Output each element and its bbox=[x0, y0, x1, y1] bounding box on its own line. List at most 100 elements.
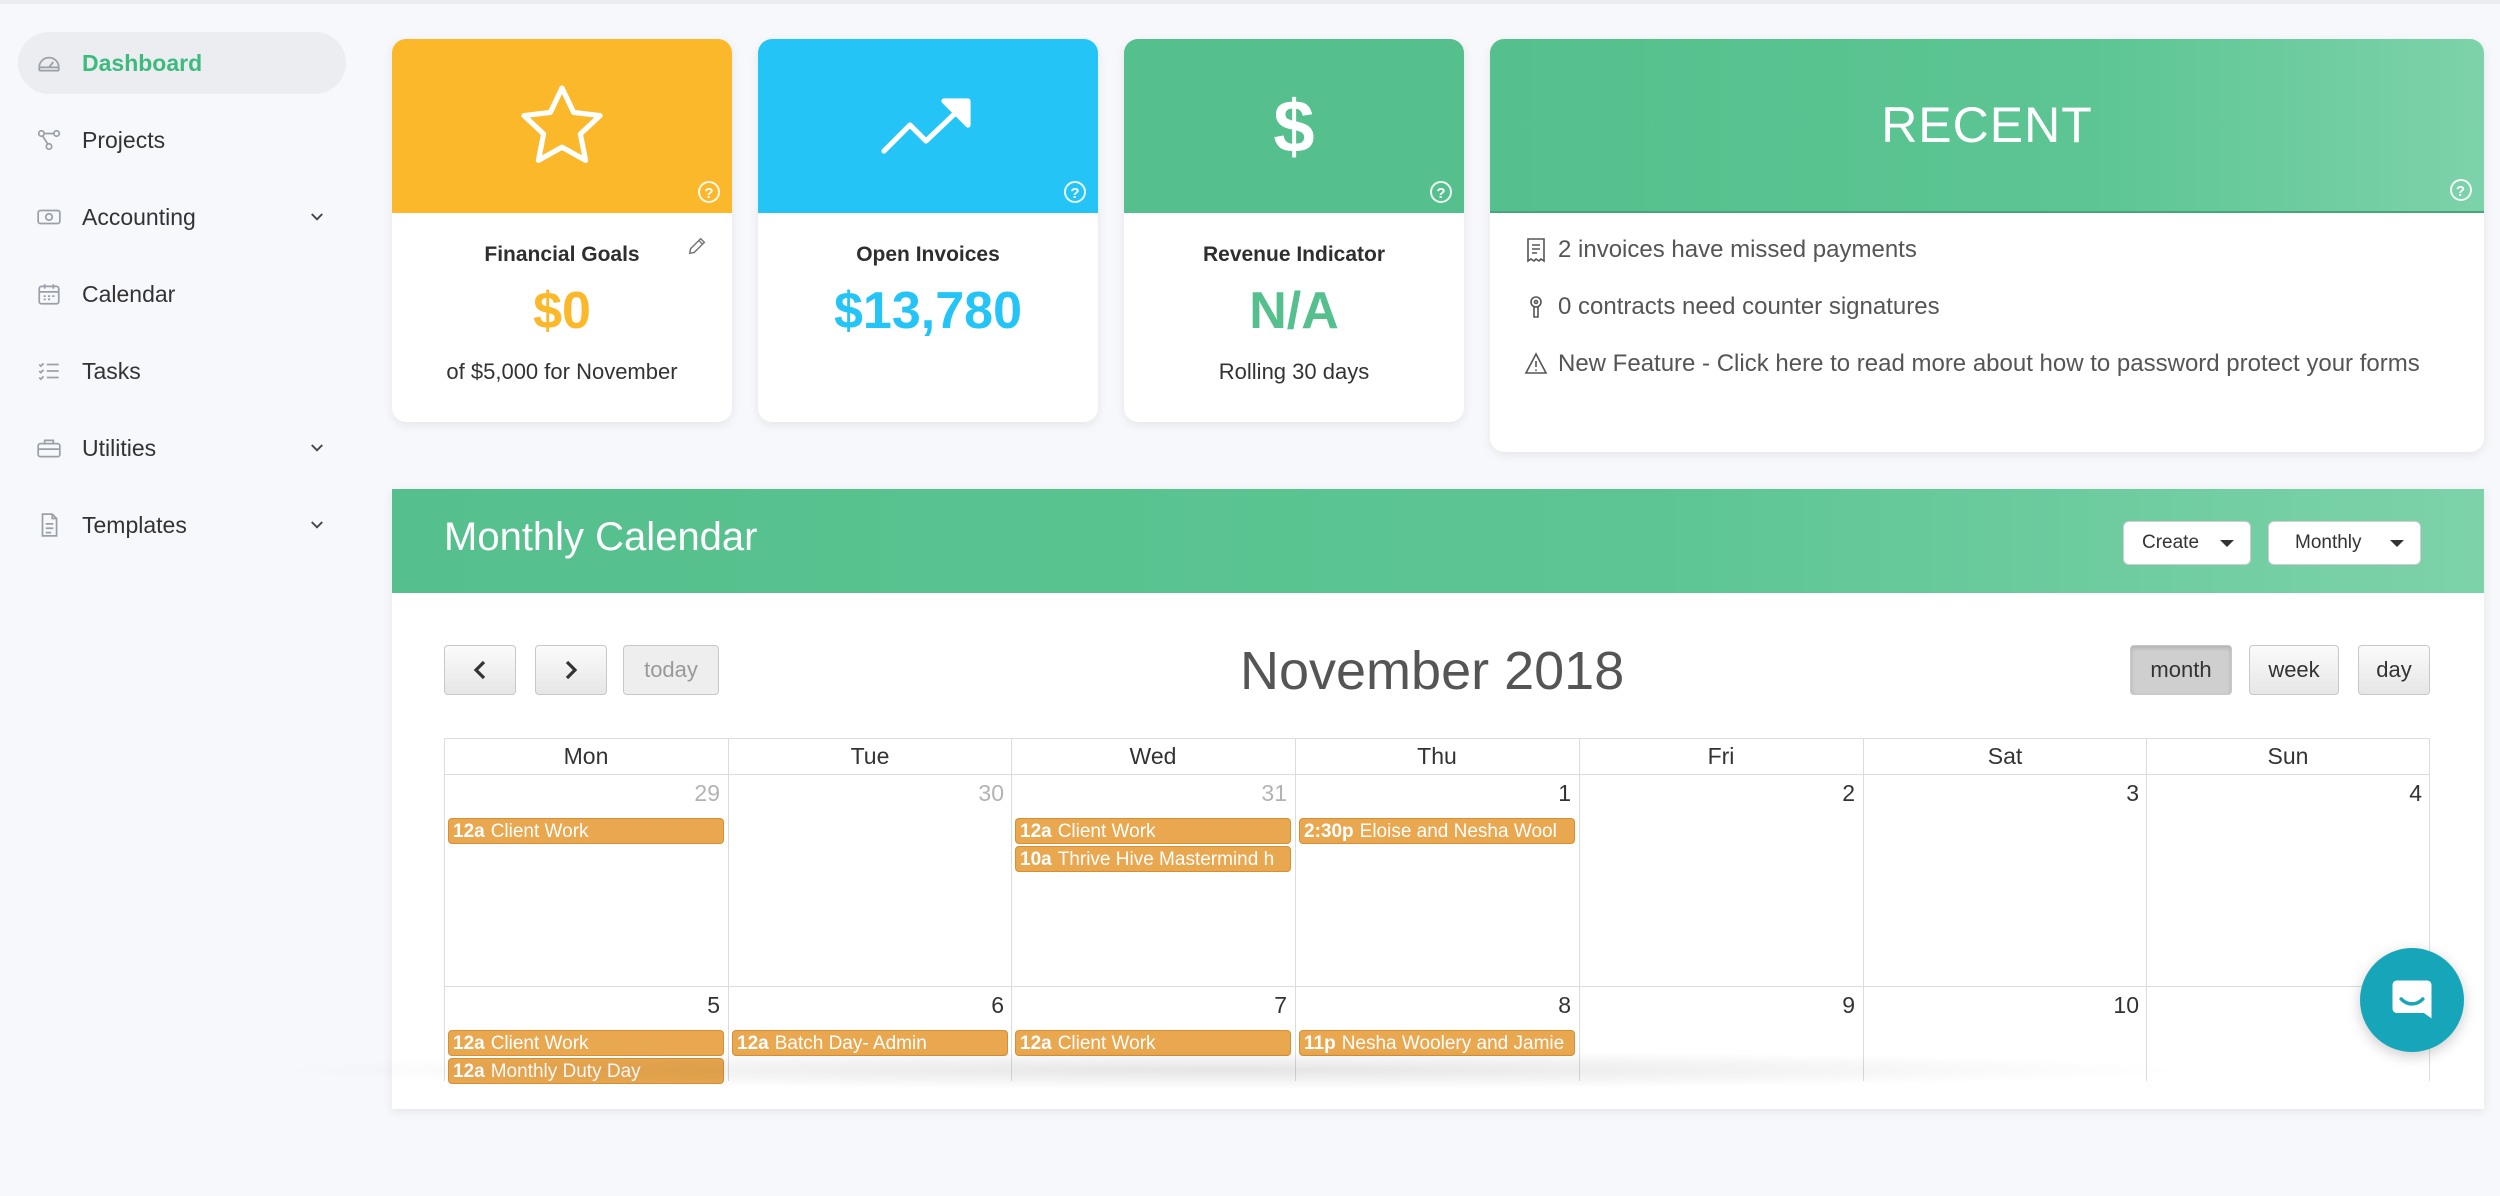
sidebar-item-dashboard[interactable]: Dashboard bbox=[18, 32, 346, 94]
projects-icon bbox=[36, 127, 62, 153]
chevron-down-icon[interactable] bbox=[308, 439, 326, 457]
calendar-panel-title: Monthly Calendar bbox=[444, 515, 758, 559]
day-number: 6 bbox=[991, 992, 1004, 1018]
day-number: 4 bbox=[2409, 780, 2422, 806]
day-number: 1 bbox=[1558, 780, 1571, 806]
card-value: N/A bbox=[1249, 282, 1339, 340]
view-day-button[interactable]: day bbox=[2358, 645, 2430, 695]
sidebar: Dashboard Projects Accounting Calendar T… bbox=[0, 0, 360, 1081]
dollar-icon: $ bbox=[1273, 84, 1315, 168]
event-time: 12a bbox=[1020, 821, 1052, 842]
today-button[interactable]: today bbox=[623, 645, 719, 695]
day-number: 31 bbox=[1261, 780, 1287, 806]
help-icon[interactable]: ? bbox=[1430, 181, 1452, 203]
pencil-icon[interactable] bbox=[686, 235, 708, 257]
help-icon[interactable]: ? bbox=[1064, 181, 1086, 203]
event-time: 2:30p bbox=[1304, 821, 1354, 842]
weekday-header: Thu bbox=[1417, 743, 1457, 769]
card-title: Revenue Indicator bbox=[1202, 243, 1386, 266]
pen-nib-icon bbox=[1530, 296, 1542, 318]
calendar-event[interactable]: 11p Nesha Woolery and Jamie bbox=[1299, 1030, 1575, 1056]
event-time: 10a bbox=[1020, 849, 1052, 870]
day-number: 10 bbox=[2113, 992, 2139, 1018]
recent-title: RECENT bbox=[1881, 97, 2093, 153]
calendar-title: November 2018 bbox=[1240, 641, 1625, 701]
calendar-event[interactable]: 12a Batch Day- Admin bbox=[732, 1030, 1008, 1056]
star-icon bbox=[521, 85, 603, 163]
recent-item[interactable]: 2 invoices have missed payments bbox=[1524, 231, 2450, 268]
sidebar-item-label: Calendar bbox=[82, 280, 176, 307]
next-button[interactable] bbox=[535, 645, 607, 695]
calendar-icon bbox=[36, 281, 62, 307]
event-time: 12a bbox=[453, 1033, 485, 1054]
help-icon[interactable]: ? bbox=[698, 181, 720, 203]
weekday-header: Fri bbox=[1707, 743, 1735, 769]
event-title: Batch Day- Admin bbox=[774, 1033, 927, 1054]
chevron-right-icon bbox=[565, 660, 578, 680]
event-time: 12a bbox=[453, 821, 485, 842]
view-select-dropdown[interactable]: Monthly bbox=[2268, 521, 2421, 565]
chevron-down-icon[interactable] bbox=[308, 208, 326, 226]
day-number: 9 bbox=[1842, 992, 1855, 1018]
event-time: 12a bbox=[737, 1033, 769, 1054]
card-value: $0 bbox=[533, 282, 591, 340]
recent-item[interactable]: 0 contracts need counter signatures bbox=[1524, 288, 2450, 325]
card-subtitle: Rolling 30 days bbox=[1218, 359, 1370, 384]
caret-down-icon bbox=[2220, 540, 2234, 547]
sidebar-item-tasks[interactable]: Tasks bbox=[18, 340, 346, 402]
recent-item-text: 0 contracts need counter signatures bbox=[1558, 293, 1940, 320]
sidebar-item-accounting[interactable]: Accounting bbox=[18, 186, 346, 248]
calendar-event[interactable]: 12a Client Work bbox=[448, 818, 724, 844]
calendar-event[interactable]: 10a Thrive Hive Mastermind h bbox=[1015, 846, 1291, 872]
open-invoices-header: ? bbox=[758, 39, 1098, 213]
event-title: Monthly Duty Day bbox=[490, 1061, 641, 1082]
weekday-header: Sun bbox=[2267, 743, 2309, 769]
sidebar-item-utilities[interactable]: Utilities bbox=[18, 417, 346, 479]
chat-launcher-button[interactable] bbox=[2360, 948, 2464, 1052]
event-time: 12a bbox=[453, 1061, 485, 1082]
day-number: 5 bbox=[707, 992, 720, 1018]
sidebar-item-label: Projects bbox=[82, 126, 166, 153]
card-title: Financial Goals bbox=[484, 243, 640, 266]
revenue-indicator-card[interactable]: $ ? Revenue Indicator N/A Rolling 30 day… bbox=[1124, 39, 1464, 422]
chevron-down-icon[interactable] bbox=[308, 516, 326, 534]
day-number: 8 bbox=[1558, 992, 1571, 1018]
event-title: Client Work bbox=[490, 1033, 589, 1054]
financial-goals-card[interactable]: ? Financial Goals $0 of $5,000 for Novem… bbox=[392, 39, 732, 422]
event-title: Client Work bbox=[1057, 1033, 1156, 1054]
calendar-event[interactable]: 12a Client Work bbox=[1015, 1030, 1291, 1056]
chat-icon bbox=[2392, 980, 2432, 1019]
card-value: $13,780 bbox=[834, 282, 1022, 340]
prev-button[interactable] bbox=[444, 645, 516, 695]
financial-goals-header: ? bbox=[392, 39, 732, 213]
view-month-button[interactable]: month bbox=[2130, 645, 2232, 695]
view-week-button[interactable]: week bbox=[2249, 645, 2339, 695]
day-number: 2 bbox=[1842, 780, 1855, 806]
warning-icon bbox=[1524, 352, 1548, 374]
sidebar-item-templates[interactable]: Templates bbox=[18, 494, 346, 556]
calendar-event[interactable]: 12a Client Work bbox=[1015, 818, 1291, 844]
help-icon[interactable]: ? bbox=[2450, 179, 2472, 201]
calendar-grid: Mon Tue Wed Thu Fri Sat Sun 29 12a Client Work 30 3… bbox=[444, 738, 2430, 1084]
card-subtitle: of $5,000 for November bbox=[446, 359, 678, 384]
sidebar-item-projects[interactable]: Projects bbox=[18, 109, 346, 171]
sidebar-item-calendar[interactable]: Calendar bbox=[18, 263, 346, 325]
calendar-event[interactable]: 12a Client Work bbox=[448, 1030, 724, 1056]
create-label: Create bbox=[2142, 532, 2200, 553]
recent-item[interactable]: New Feature - Click here to read more ab… bbox=[1524, 345, 2450, 382]
recent-item-text: 2 invoices have missed payments bbox=[1558, 236, 1917, 263]
recent-card: RECENT ? 2 invoices have missed payments… bbox=[1490, 39, 2484, 452]
calendar-event[interactable]: 2:30p Eloise and Nesha Wool bbox=[1299, 818, 1575, 844]
calendar-event[interactable]: 12a Monthly Duty Day bbox=[448, 1058, 724, 1084]
card-title: Open Invoices bbox=[856, 243, 1000, 266]
receipt-icon bbox=[1527, 238, 1545, 263]
open-invoices-card[interactable]: ? Open Invoices $13,780 bbox=[758, 39, 1098, 422]
recent-item-text: New Feature - Click here to read more ab… bbox=[1558, 350, 2420, 377]
event-title: Client Work bbox=[490, 821, 589, 842]
weekday-header: Tue bbox=[850, 743, 890, 769]
day-number: 3 bbox=[2126, 780, 2139, 806]
calendar-panel-header: Monthly Calendar Create Monthly bbox=[392, 489, 2484, 593]
sidebar-item-label: Utilities bbox=[82, 434, 157, 461]
create-dropdown[interactable]: Create bbox=[2123, 521, 2251, 565]
revenue-indicator-header: $ ? bbox=[1124, 39, 1464, 213]
